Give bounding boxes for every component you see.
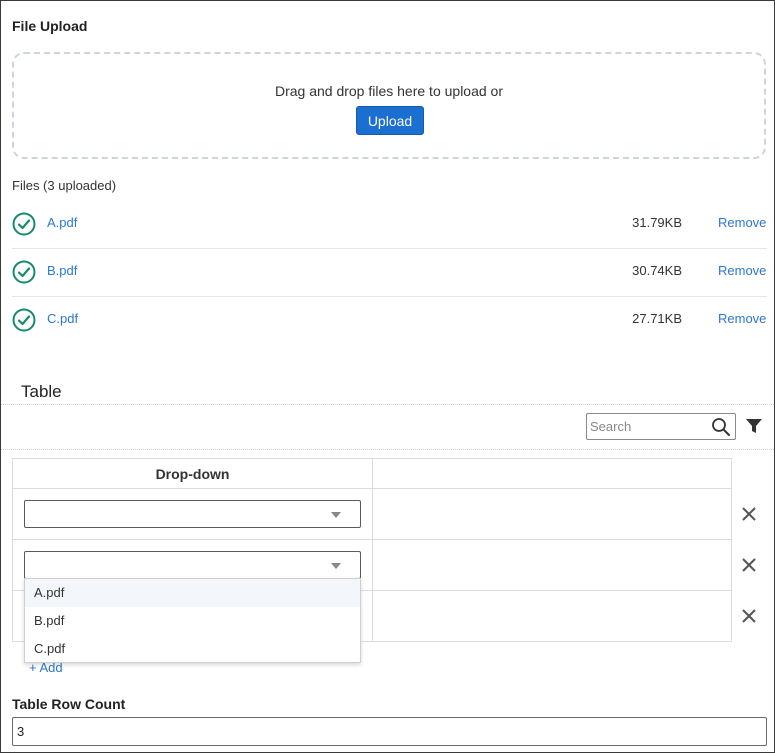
- file-list-item: B.pdf 30.74KB Remove: [12, 248, 767, 297]
- files-count-label: Files (3 uploaded): [12, 178, 117, 193]
- close-icon[interactable]: [741, 557, 757, 573]
- file-upload-title: File Upload: [12, 18, 88, 34]
- file-list-item: A.pdf 31.79KB Remove: [12, 200, 767, 249]
- file-list-item: C.pdf 27.71KB Remove: [12, 296, 767, 344]
- remove-file-link[interactable]: Remove: [718, 263, 766, 278]
- row-count-label: Table Row Count: [12, 696, 126, 712]
- check-circle-icon: [12, 308, 36, 332]
- filter-icon[interactable]: [745, 417, 763, 435]
- dropdown-option[interactable]: A.pdf: [25, 579, 360, 607]
- table-cell: [13, 489, 373, 539]
- remove-file-link[interactable]: Remove: [718, 311, 766, 326]
- chevron-down-icon: [331, 563, 341, 569]
- check-circle-icon: [12, 260, 36, 284]
- close-icon[interactable]: [741, 608, 757, 624]
- chevron-down-icon: [331, 512, 341, 518]
- close-icon[interactable]: [741, 506, 757, 522]
- divider: [1, 449, 774, 450]
- file-size: 27.71KB: [632, 311, 682, 326]
- dropdown-select[interactable]: [24, 500, 361, 528]
- search-input[interactable]: [590, 417, 700, 436]
- table-search[interactable]: [586, 413, 736, 440]
- search-icon[interactable]: [711, 417, 731, 437]
- dropzone-text: Drag and drop files here to upload or: [274, 83, 504, 99]
- row-count-field[interactable]: [12, 717, 767, 746]
- file-dropzone[interactable]: Drag and drop files here to upload or Up…: [12, 52, 766, 159]
- dropdown-option[interactable]: C.pdf: [25, 635, 360, 663]
- check-circle-icon: [12, 212, 36, 236]
- upload-button[interactable]: Upload: [356, 106, 424, 135]
- dropdown-option[interactable]: B.pdf: [25, 607, 360, 635]
- file-name-link[interactable]: A.pdf: [47, 215, 77, 230]
- file-size: 30.74KB: [632, 263, 682, 278]
- dropdown-menu: A.pdf B.pdf C.pdf: [24, 578, 361, 663]
- divider: [1, 404, 774, 405]
- table-row: [13, 489, 731, 540]
- file-name-link[interactable]: B.pdf: [47, 263, 77, 278]
- table-title: Table: [21, 382, 62, 401]
- remove-file-link[interactable]: Remove: [718, 215, 766, 230]
- dropdown-select[interactable]: [24, 551, 361, 579]
- column-header-empty: [373, 459, 731, 489]
- file-name-link[interactable]: C.pdf: [47, 311, 78, 326]
- file-size: 31.79KB: [632, 215, 682, 230]
- column-header-dropdown: Drop-down: [13, 459, 373, 489]
